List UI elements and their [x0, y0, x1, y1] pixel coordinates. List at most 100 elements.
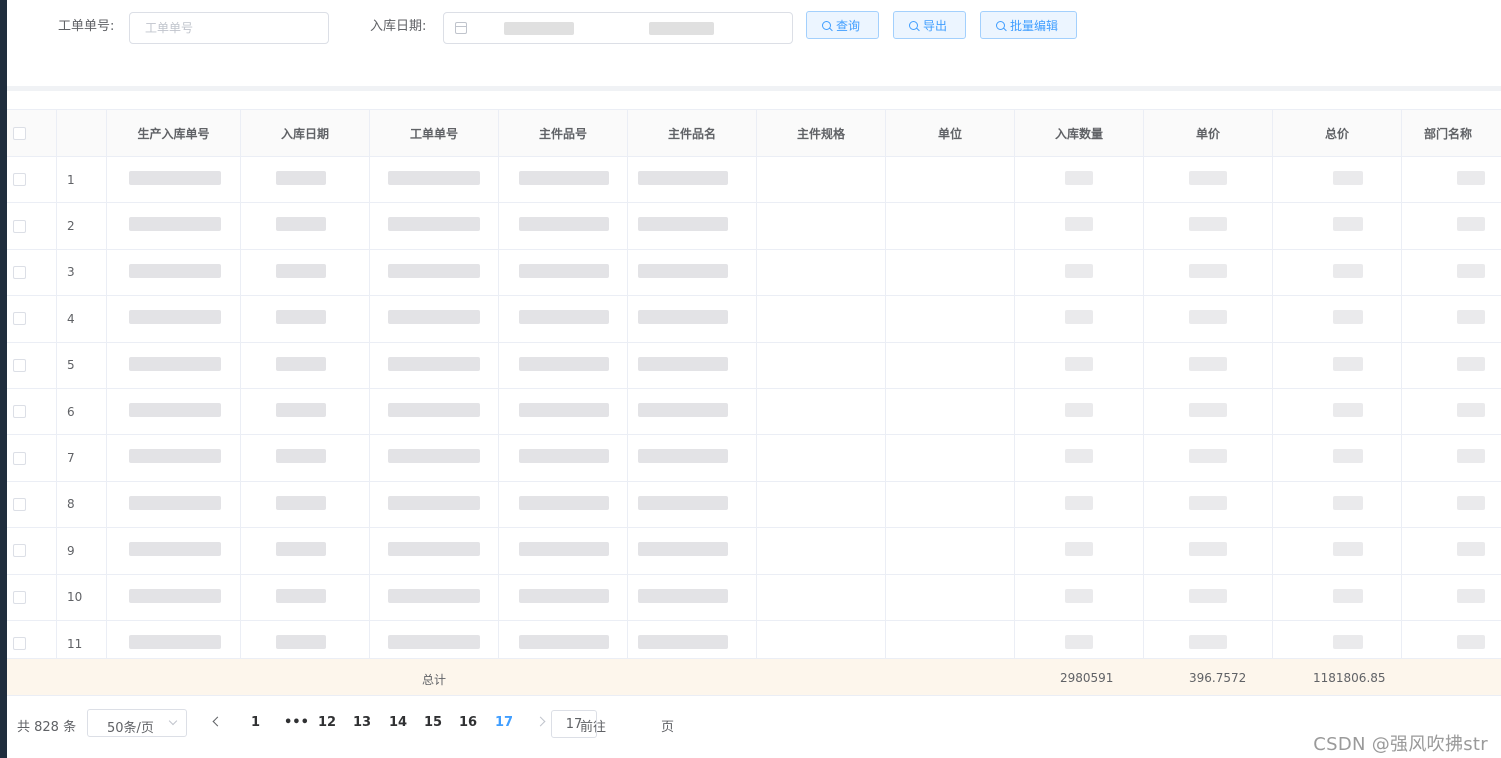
redacted-value [388, 263, 480, 278]
table-cell [499, 388, 628, 435]
table-cell [1015, 296, 1144, 342]
table-cell [1273, 388, 1402, 435]
redacted-value [638, 356, 728, 371]
column-header[interactable]: 生产入库单号 [107, 110, 241, 157]
table-row[interactable]: 4 [7, 296, 1501, 343]
page-item-current[interactable]: 17 [495, 715, 513, 730]
row-select-cell [7, 203, 57, 249]
redacted-value [276, 356, 326, 371]
page-item[interactable]: 14 [389, 715, 407, 730]
column-header[interactable]: 部门名称 [1402, 110, 1494, 157]
table-row[interactable]: 1 [7, 157, 1501, 204]
table-cell [1273, 481, 1402, 528]
table-cell [886, 296, 1015, 342]
table-cell [241, 388, 370, 435]
column-header[interactable]: 单位 [886, 110, 1015, 157]
table-row[interactable]: 2 [7, 203, 1501, 250]
summary-row: 总计 2980591 396.7572 1181806.85 [7, 658, 1501, 696]
row-checkbox[interactable] [13, 451, 26, 465]
page-item[interactable]: 1 [251, 715, 260, 730]
query-button[interactable]: 查询 [806, 11, 879, 39]
table-cell [1402, 203, 1494, 248]
redacted-value [1065, 171, 1093, 185]
redacted-value [1333, 588, 1363, 603]
column-header[interactable]: 入库数量 [1015, 110, 1144, 157]
page-size-select[interactable]: 50条/页 [87, 709, 187, 737]
page-item[interactable]: 12 [318, 715, 336, 730]
row-checkbox[interactable] [13, 637, 26, 651]
next-page-icon[interactable] [535, 716, 546, 727]
prev-page-icon[interactable] [212, 716, 223, 727]
page-item[interactable]: 16 [459, 715, 477, 730]
row-select-cell [7, 157, 57, 203]
summary-quantity: 2980591 [1060, 671, 1114, 685]
row-checkbox[interactable] [13, 590, 26, 604]
blurred-date-start [504, 22, 574, 35]
export-button[interactable]: 导出 [893, 11, 966, 39]
redacted-value [1333, 542, 1363, 557]
batch-edit-button[interactable]: 批量编辑 [980, 11, 1077, 39]
table-row[interactable]: 10 [7, 574, 1501, 621]
goto-page-input[interactable]: 17 [551, 710, 597, 738]
page-item[interactable]: 15 [424, 715, 442, 730]
table-cell [628, 574, 757, 620]
index-header [57, 110, 107, 157]
table-row[interactable]: 6 [7, 388, 1501, 436]
redacted-value [276, 263, 326, 278]
table-row[interactable]: 5 [7, 342, 1501, 389]
row-checkbox[interactable] [13, 219, 26, 233]
redacted-value [638, 402, 728, 417]
redacted-value [1065, 588, 1093, 603]
search-icon [909, 20, 918, 30]
redacted-value [638, 588, 728, 603]
table-cell [1402, 343, 1494, 388]
column-header[interactable]: 总价 [1273, 110, 1402, 157]
redacted-value [1457, 263, 1485, 278]
table-cell [370, 528, 499, 574]
redacted-value [1333, 171, 1363, 185]
table-row[interactable]: 8 [7, 481, 1501, 529]
redacted-value [519, 263, 609, 278]
table-cell [628, 481, 757, 528]
redacted-value [1333, 402, 1363, 417]
table-row[interactable]: 9 [7, 528, 1501, 575]
work-order-input[interactable]: 工单单号 [129, 12, 329, 44]
summary-unit-price: 396.7572 [1189, 671, 1247, 685]
table-cell [499, 528, 628, 574]
column-header[interactable]: 主件规格 [757, 110, 886, 157]
table-row[interactable]: 7 [7, 435, 1501, 482]
redacted-value [1065, 495, 1093, 510]
redacted-value [1457, 588, 1485, 603]
table-cell [1144, 481, 1273, 528]
row-checkbox[interactable] [13, 497, 26, 511]
table-cell [107, 528, 241, 574]
row-select-cell [7, 388, 57, 435]
table-cell [370, 296, 499, 342]
table-cell [1402, 575, 1494, 620]
page-item[interactable]: 13 [353, 715, 371, 730]
table-cell [499, 342, 628, 388]
redacted-value [1189, 356, 1227, 371]
column-header[interactable]: 单价 [1144, 110, 1273, 157]
row-checkbox[interactable] [13, 544, 26, 558]
page-ellipsis[interactable]: ••• [284, 715, 309, 730]
table-cell [1273, 157, 1402, 203]
row-checkbox[interactable] [13, 265, 26, 279]
redacted-value [1333, 495, 1363, 510]
column-header[interactable]: 入库日期 [241, 110, 370, 157]
date-range-picker[interactable] [443, 12, 793, 44]
column-header[interactable]: 工单单号 [370, 110, 499, 157]
select-all-checkbox[interactable] [13, 127, 26, 140]
row-checkbox[interactable] [13, 173, 26, 187]
search-icon [822, 20, 831, 30]
row-checkbox[interactable] [13, 312, 26, 326]
table-cell [370, 203, 499, 249]
row-checkbox[interactable] [13, 358, 26, 372]
table-cell [370, 435, 499, 481]
table-cell [499, 249, 628, 296]
summary-label: 总计 [422, 673, 447, 687]
column-header[interactable]: 主件品号 [499, 110, 628, 157]
row-checkbox[interactable] [13, 405, 26, 419]
table-row[interactable]: 3 [7, 249, 1501, 297]
column-header[interactable]: 主件品名 [628, 110, 757, 157]
